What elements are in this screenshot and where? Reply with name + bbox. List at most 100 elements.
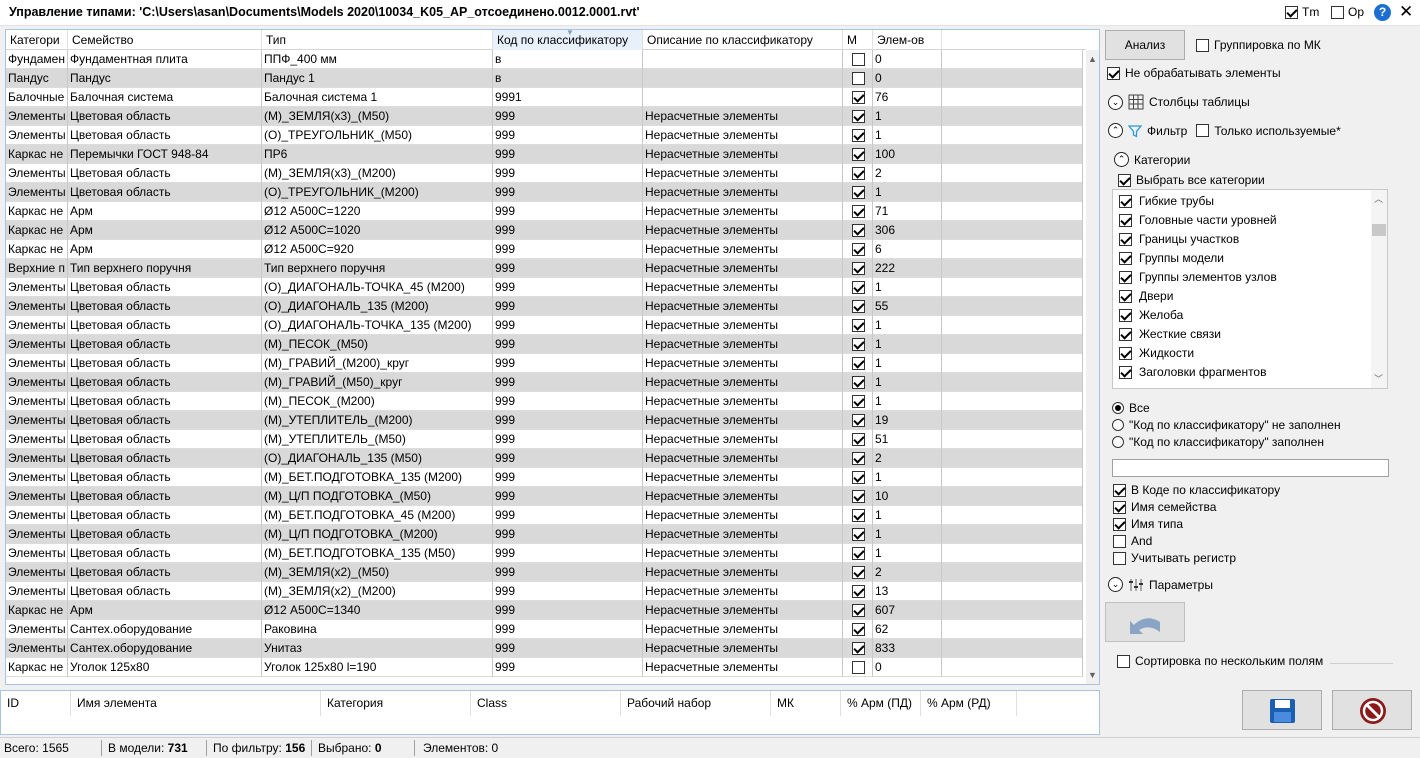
cell-category[interactable]: Элементы: [6, 468, 68, 487]
detail-col-id[interactable]: ID: [1, 691, 71, 716]
m-checkbox[interactable]: [852, 72, 865, 85]
table-row[interactable]: Пандус Пандус Пандус 1в0: [6, 69, 1083, 88]
detail-col-rebar-rd[interactable]: % Арм (РД): [921, 691, 1017, 716]
category-checkbox[interactable]: [1119, 308, 1132, 322]
cell-elements[interactable]: 1: [873, 544, 942, 563]
cell-family[interactable]: Цветовая область: [68, 506, 262, 525]
cell-classifier-description[interactable]: [643, 88, 843, 107]
cell-category[interactable]: Элементы: [6, 126, 68, 145]
cell-family[interactable]: Арм: [68, 601, 262, 620]
table-row[interactable]: Элементы Цветовая область (М)_ПЕСОК_(М50) 9…: [6, 335, 1083, 354]
cell-elements[interactable]: 1: [873, 373, 942, 392]
m-checkbox[interactable]: [852, 53, 865, 66]
cell-family[interactable]: Цветовая область: [68, 297, 262, 316]
cell-elements[interactable]: 1: [873, 316, 942, 335]
detail-col-class[interactable]: Class: [471, 691, 621, 716]
m-checkbox[interactable]: [852, 623, 865, 636]
cell-classifier-description[interactable]: Нерасчетные элементы: [643, 430, 843, 449]
cell-elements[interactable]: 1: [873, 335, 942, 354]
cell-classifier-description[interactable]: Нерасчетные элементы: [643, 563, 843, 582]
cell-classifier-description[interactable]: Нерасчетные элементы: [643, 164, 843, 183]
category-item[interactable]: Двери: [1119, 289, 1173, 303]
cell-category[interactable]: Элементы: [6, 373, 68, 392]
detail-col-workset[interactable]: Рабочий набор: [621, 691, 771, 716]
cell-m[interactable]: [843, 449, 873, 468]
cell-elements[interactable]: 1: [873, 278, 942, 297]
cell-classifier-description[interactable]: Нерасчетные элементы: [643, 449, 843, 468]
search-family-name-option[interactable]: Имя семейства: [1113, 500, 1216, 514]
cell-elements[interactable]: 1: [873, 126, 942, 145]
cell-family[interactable]: Цветовая область: [68, 278, 262, 297]
cell-category[interactable]: Элементы: [6, 544, 68, 563]
table-row[interactable]: Каркас не Арм Ø12 А500С=920 999 Нерасчетные …: [6, 240, 1083, 259]
cell-elements[interactable]: 100: [873, 145, 942, 164]
cell-type[interactable]: (М)_БЕТ.ПОДГОТОВКА_135 (М50): [262, 544, 493, 563]
cell-category[interactable]: Элементы: [6, 582, 68, 601]
cell-m[interactable]: [843, 316, 873, 335]
table-row[interactable]: Элементы Цветовая область (М)_ПЕСОК_(М200)…: [6, 392, 1083, 411]
category-checkbox[interactable]: [1119, 232, 1132, 246]
cell-type[interactable]: Ø12 А500С=920: [262, 240, 493, 259]
cell-type[interactable]: (О)_ТРЕУГОЛЬНИК_(М200): [262, 183, 493, 202]
m-checkbox[interactable]: [852, 262, 865, 275]
table-row[interactable]: Элементы Цветовая область (М)_БЕТ.ПОДГОТОВ…: [6, 506, 1083, 525]
cell-classifier-code[interactable]: 999: [493, 335, 643, 354]
case-sensitive-checkbox[interactable]: [1113, 551, 1126, 565]
multi-sort-checkbox[interactable]: [1117, 654, 1130, 668]
cell-family[interactable]: Цветовая область: [68, 335, 262, 354]
cell-family[interactable]: Уголок 125х80: [68, 658, 262, 677]
cell-classifier-code[interactable]: 999: [493, 468, 643, 487]
radio-code-empty[interactable]: "Код по классификатору" не заполнен: [1112, 418, 1341, 432]
category-item[interactable]: Заголовки фрагментов: [1119, 365, 1266, 379]
cell-elements[interactable]: 2: [873, 563, 942, 582]
cell-classifier-code[interactable]: 999: [493, 601, 643, 620]
table-row[interactable]: Элементы Цветовая область (М)_ГРАВИЙ_(М50)…: [6, 373, 1083, 392]
cell-m[interactable]: [843, 658, 873, 677]
radio-code-filled-button[interactable]: [1112, 436, 1124, 448]
search-in-code-option[interactable]: В Коде по классификатору: [1113, 483, 1280, 497]
cell-elements[interactable]: 0: [873, 69, 942, 88]
select-all-categories-option[interactable]: Выбрать все категории: [1118, 173, 1265, 187]
group-mk-option[interactable]: Группировка по МК: [1196, 38, 1321, 52]
save-button[interactable]: [1242, 690, 1322, 730]
filter-search-input[interactable]: [1112, 459, 1389, 477]
cell-type[interactable]: (О)_ДИАГОНАЛЬ-ТОЧКА_135 (М200): [262, 316, 493, 335]
cell-type[interactable]: Раковина: [262, 620, 493, 639]
cell-family[interactable]: Сантех.оборудование: [68, 620, 262, 639]
cell-elements[interactable]: 833: [873, 639, 942, 658]
grid-scrollbar[interactable]: ▲ ▼: [1086, 50, 1099, 684]
cell-family[interactable]: Цветовая область: [68, 487, 262, 506]
table-row[interactable]: Элементы Цветовая область (М)_ЗЕМЛЯ(х2)_(М…: [6, 563, 1083, 582]
cell-classifier-code[interactable]: 999: [493, 544, 643, 563]
cell-m[interactable]: [843, 411, 873, 430]
cell-classifier-code[interactable]: в: [493, 50, 643, 69]
cell-m[interactable]: [843, 107, 873, 126]
cell-elements[interactable]: 306: [873, 221, 942, 240]
categories-section[interactable]: ⌃ Категории: [1114, 152, 1190, 167]
cell-type[interactable]: (О)_ДИАГОНАЛЬ_135 (М50): [262, 449, 493, 468]
cell-category[interactable]: Элементы: [6, 164, 68, 183]
cell-classifier-description[interactable]: Нерасчетные элементы: [643, 107, 843, 126]
col-header-type[interactable]: Тип: [262, 30, 493, 50]
m-checkbox[interactable]: [852, 338, 865, 351]
table-row[interactable]: Элементы Цветовая область (О)_ДИАГОНАЛЬ-ТО…: [6, 316, 1083, 335]
cell-classifier-code[interactable]: 999: [493, 582, 643, 601]
cell-classifier-code[interactable]: 999: [493, 487, 643, 506]
table-row[interactable]: Каркас не Арм Ø12 А500С=1340 999 Нерасчетные…: [6, 601, 1083, 620]
detail-col-element-name[interactable]: Имя элемента: [71, 691, 321, 716]
cell-type[interactable]: (М)_Ц/П ПОДГОТОВКА_(М200): [262, 525, 493, 544]
cell-classifier-code[interactable]: 999: [493, 164, 643, 183]
radio-code-empty-button[interactable]: [1112, 419, 1124, 431]
cell-family[interactable]: Цветовая область: [68, 449, 262, 468]
cell-classifier-code[interactable]: в: [493, 69, 643, 88]
search-family-name-checkbox[interactable]: [1113, 500, 1126, 514]
cell-family[interactable]: Цветовая область: [68, 164, 262, 183]
cell-category[interactable]: Элементы: [6, 278, 68, 297]
table-row[interactable]: Элементы Цветовая область (О)_ТРЕУГОЛЬНИК_…: [6, 126, 1083, 145]
cell-elements[interactable]: 19: [873, 411, 942, 430]
cell-type[interactable]: (М)_УТЕПЛИТЕЛЬ_(М50): [262, 430, 493, 449]
cell-type[interactable]: Тип верхнего поручня: [262, 259, 493, 278]
cell-category[interactable]: Элементы: [6, 639, 68, 658]
m-checkbox[interactable]: [852, 148, 865, 161]
radio-all-button[interactable]: [1112, 402, 1124, 414]
